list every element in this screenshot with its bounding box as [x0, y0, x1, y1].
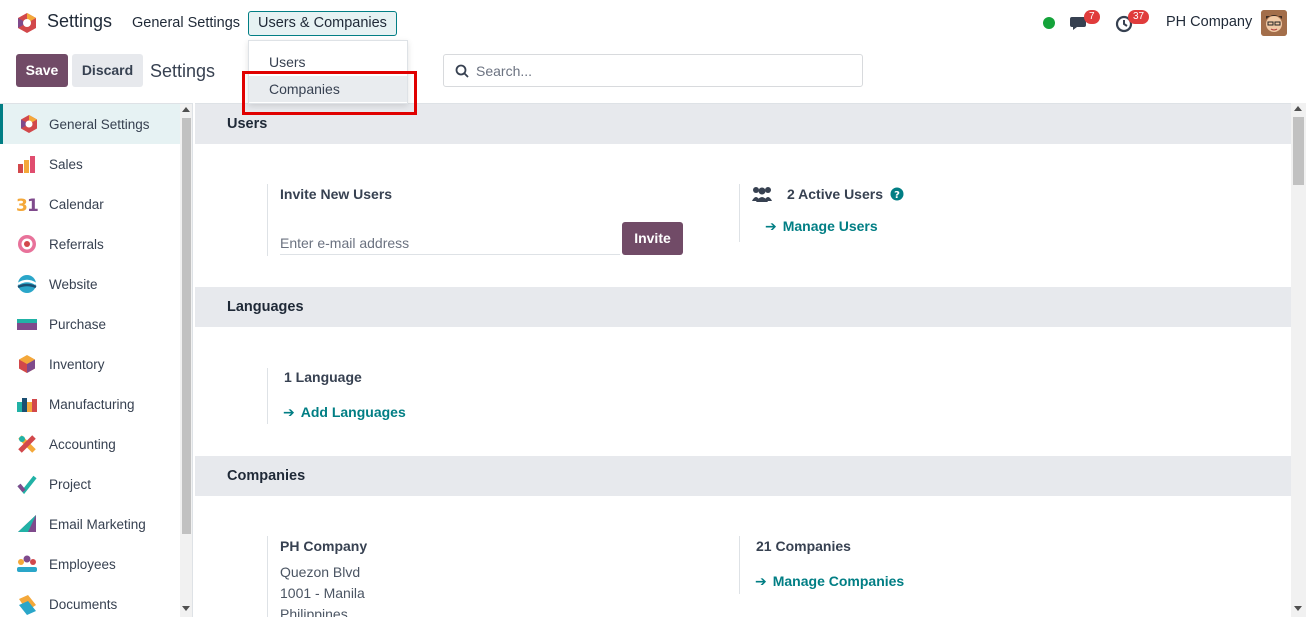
- app-name[interactable]: Settings: [47, 11, 112, 32]
- search-input[interactable]: [476, 60, 846, 82]
- invite-email-field[interactable]: [280, 231, 620, 255]
- page-title: Settings: [150, 61, 216, 81]
- sidebar-item-label: Website: [49, 276, 98, 292]
- sidebar-item-general-settings[interactable]: General Settings: [0, 104, 180, 144]
- add-languages-label: Add Languages: [300, 404, 406, 420]
- sidebar-item-label: Manufacturing: [49, 396, 135, 412]
- companies-count: 21 Companies: [756, 538, 851, 554]
- manufacturing-icon: [17, 398, 37, 412]
- svg-text:?: ?: [894, 190, 900, 201]
- save-button[interactable]: Save: [16, 54, 68, 87]
- accounting-icon: [18, 435, 36, 453]
- setting-divider: [739, 184, 741, 242]
- sales-chart-icon: [18, 156, 35, 173]
- employees-icon: [17, 555, 37, 572]
- setting-divider: [739, 536, 741, 594]
- sidebar-item-project[interactable]: Project: [0, 464, 180, 504]
- settings-app-logo-icon[interactable]: [16, 12, 38, 34]
- sidebar-item-referrals[interactable]: Referrals: [0, 224, 180, 264]
- website-icon: [17, 275, 37, 293]
- arrow-right-icon: ➔: [283, 404, 295, 420]
- scroll-up-icon[interactable]: [182, 107, 190, 112]
- sidebar-item-label: Referrals: [49, 236, 104, 252]
- sidebar-item-purchase[interactable]: Purchase: [0, 304, 180, 344]
- search-icon: [455, 64, 469, 78]
- sidebar-item-website[interactable]: Website: [0, 264, 180, 304]
- sidebar-item-label: Project: [49, 476, 92, 492]
- sidebar-item-label: Accounting: [49, 436, 116, 452]
- manage-companies-label: Manage Companies: [772, 573, 905, 589]
- scroll-up-icon[interactable]: [1294, 106, 1302, 111]
- menu-users-companies[interactable]: Users & Companies: [248, 11, 397, 36]
- setting-divider: [267, 184, 269, 256]
- users-group-icon: [752, 187, 772, 202]
- sidebar-item-calendar[interactable]: 3 1 Calendar: [0, 184, 180, 224]
- top-navbar: Settings General Settings Users & Compan…: [0, 0, 1306, 46]
- company-address-line: Quezon Blvd: [280, 564, 361, 580]
- invite-button[interactable]: Invite: [622, 222, 683, 255]
- sidebar-item-sales[interactable]: Sales: [0, 144, 180, 184]
- sidebar-item-label: Documents: [49, 596, 118, 612]
- activity-count-badge: 37: [1128, 10, 1150, 24]
- sidebar-item-documents[interactable]: Documents: [0, 584, 180, 617]
- calendar-31-icon: 3 1: [16, 196, 38, 215]
- section-heading-languages: Languages: [195, 287, 1291, 327]
- settings-content: Users Invite New Users Invite 2 Active U…: [195, 103, 1291, 617]
- sidebar-item-accounting[interactable]: Accounting: [0, 424, 180, 464]
- sidebar-item-label: Email Marketing: [49, 516, 146, 532]
- scroll-down-icon[interactable]: [182, 606, 190, 611]
- arrow-right-icon: ➔: [755, 573, 767, 589]
- sidebar-item-label: Calendar: [49, 196, 104, 212]
- setting-divider: [267, 368, 269, 424]
- invite-users-title: Invite New Users: [280, 186, 393, 202]
- project-check-icon: [17, 475, 37, 495]
- company-address-line: 1001 - Manila: [280, 585, 365, 601]
- inventory-box-icon: [19, 355, 35, 373]
- manage-users-link[interactable]: ➔ Manage Users: [765, 218, 878, 235]
- menu-general-settings[interactable]: General Settings: [122, 11, 250, 36]
- setting-divider: [267, 536, 269, 617]
- sidebar-item-manufacturing[interactable]: Manufacturing: [0, 384, 180, 424]
- sidebar-item-employees[interactable]: Employees: [0, 544, 180, 584]
- company-switcher[interactable]: PH Company: [1166, 14, 1252, 30]
- settings-hex-icon: [21, 115, 37, 133]
- online-status-icon: [1043, 17, 1055, 29]
- sidebar-scrollbar-thumb[interactable]: [182, 118, 191, 534]
- email-marketing-icon: [18, 515, 36, 532]
- add-languages-link[interactable]: ➔ Add Languages: [283, 404, 406, 421]
- highlight-annotation-box: [242, 71, 417, 115]
- help-question-icon[interactable]: ?: [890, 187, 904, 201]
- purchase-icon: [17, 319, 37, 330]
- discard-button[interactable]: Discard: [72, 54, 143, 87]
- company-name: PH Company: [280, 538, 368, 554]
- company-address-line: Philippines: [280, 606, 348, 617]
- section-heading-companies: Companies: [195, 456, 1291, 496]
- arrow-right-icon: ➔: [765, 218, 777, 234]
- referrals-icon: [18, 235, 36, 253]
- sidebar-item-label: General Settings: [49, 116, 150, 132]
- language-count: 1 Language: [284, 369, 362, 385]
- sidebar-item-label: Purchase: [49, 316, 107, 332]
- manage-companies-link[interactable]: ➔ Manage Companies: [755, 573, 904, 590]
- sidebar-item-label: Sales: [49, 156, 83, 172]
- sidebar-item-email-marketing[interactable]: Email Marketing: [0, 504, 180, 544]
- sidebar-item-label: Inventory: [49, 356, 105, 372]
- scroll-down-icon[interactable]: [1294, 606, 1302, 611]
- documents-icon: [19, 595, 36, 615]
- active-users-count: 2 Active Users: [787, 186, 883, 202]
- user-avatar[interactable]: [1261, 10, 1287, 36]
- manage-users-label: Manage Users: [782, 218, 878, 234]
- search-bar[interactable]: [443, 54, 863, 87]
- sidebar-item-inventory[interactable]: Inventory: [0, 344, 180, 384]
- sidebar-item-label: Employees: [49, 556, 116, 572]
- svg-text:1: 1: [27, 196, 38, 215]
- content-scrollbar-thumb[interactable]: [1293, 117, 1304, 185]
- settings-sidebar: General Settings Sales 3 1 Calendar Refe…: [0, 103, 193, 617]
- chat-count-badge: 7: [1084, 10, 1100, 24]
